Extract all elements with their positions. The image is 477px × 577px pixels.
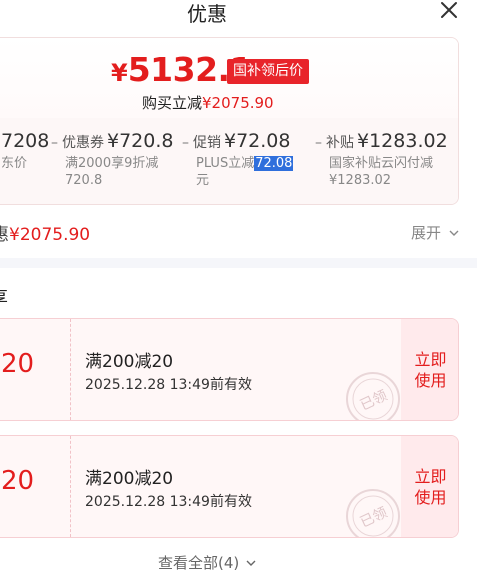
breakdown-amount: 7208 [1, 130, 50, 152]
section-title: 享 [0, 284, 8, 310]
close-icon[interactable] [437, 0, 461, 22]
currency-symbol: ¥ [111, 59, 128, 87]
use-now-label: 立即使用 [414, 349, 447, 390]
coupon-divider [70, 436, 71, 537]
coupon-expiry: 2025.12.28 13:49前有效 [85, 494, 252, 510]
claimed-stamp-icon: 已领 [346, 372, 400, 420]
buy-reduce-label: 购买立减 [142, 94, 203, 112]
view-all-button[interactable]: 查看全部(4) [158, 552, 257, 573]
breakdown-label: 补贴 [326, 135, 354, 151]
selected-text-highlight: 72.08 [254, 156, 294, 171]
coupon-card: 20 满200减20 2025.12.28 13:49前有效 已领 立即使用 [0, 318, 459, 421]
national-subsidy-tag: 国补领后价 [227, 59, 309, 84]
use-now-button[interactable]: 立即使用 [401, 319, 458, 420]
section-divider [0, 258, 477, 268]
minus-sign: – [315, 135, 322, 151]
expand-label: 展开 [411, 224, 442, 242]
claimed-stamp-text: 已领 [358, 505, 390, 531]
coupon-amount: 20 [1, 349, 35, 379]
breakdown-item-original: 7208 东价 [1, 130, 49, 172]
breakdown-amount: ¥720.8 [107, 130, 174, 152]
breakdown-item-promo: – 促销 ¥72.08 PLUS立减72.08 元 [182, 130, 302, 189]
price-summary-card: ¥5132.1 国补领后价 购买立减¥2075.90 7208 东价 – 优惠券 ¥… [0, 37, 459, 205]
page-title: 优惠 [187, 2, 227, 26]
coupon-title: 满200减20 [85, 352, 174, 372]
discount-sheet: 优惠 ¥5132.1 国补领后价 购买立减¥2075.90 7208 东价 – 优… [0, 0, 477, 577]
breakdown-sub: PLUS立减72.08 元 [196, 155, 302, 189]
breakdown-amount: ¥1283.02 [357, 130, 448, 152]
total-discount-label: 惠 [0, 225, 9, 245]
claimed-stamp-text: 已领 [358, 388, 390, 414]
breakdown-item-coupon: – 优惠券 ¥720.8 满2000享9折减720.8 [51, 130, 175, 189]
coupon-divider [70, 319, 71, 420]
total-discount-amount: ¥2075.90 [9, 225, 91, 245]
expand-button[interactable]: 展开 [411, 222, 460, 243]
buy-reduce-amount: ¥2075.90 [202, 94, 274, 112]
promo-sub-suffix: 元 [196, 173, 210, 188]
breakdown-label: 促销 [193, 135, 221, 151]
breakdown-label: 优惠券 [62, 135, 104, 151]
coupon-amount: 20 [1, 466, 35, 496]
buy-reduce-text: 购买立减¥2075.90 [142, 92, 274, 113]
breakdown-amount: ¥72.08 [224, 130, 291, 152]
use-now-button[interactable]: 立即使用 [401, 436, 458, 537]
breakdown-sub: 东价 [1, 156, 28, 171]
claimed-stamp-icon: 已领 [346, 489, 400, 537]
chevron-down-icon [449, 230, 459, 236]
price-breakdown: 7208 东价 – 优惠券 ¥720.8 满2000享9折减720.8 – 促销 ¥72… [0, 118, 458, 204]
chevron-down-icon [246, 560, 256, 566]
coupon-expiry: 2025.12.28 13:49前有效 [85, 377, 252, 393]
coupon-title: 满200减20 [85, 469, 174, 489]
breakdown-sub: 满2000享9折减720.8 [65, 156, 159, 188]
use-now-label: 立即使用 [414, 466, 447, 507]
promo-sub-prefix: PLUS立减 [196, 156, 255, 171]
minus-sign: – [182, 135, 189, 151]
total-discount-row: 惠¥2075.90 [0, 220, 90, 245]
breakdown-item-subsidy: – 补贴 ¥1283.02 国家补贴云闪付减¥1283.02 [315, 130, 448, 189]
view-all-label: 查看全部(4) [158, 554, 240, 572]
coupon-card: 20 满200减20 2025.12.28 13:49前有效 已领 立即使用 [0, 435, 459, 538]
breakdown-sub: 国家补贴云闪付减¥1283.02 [329, 156, 434, 188]
minus-sign: – [51, 135, 58, 151]
